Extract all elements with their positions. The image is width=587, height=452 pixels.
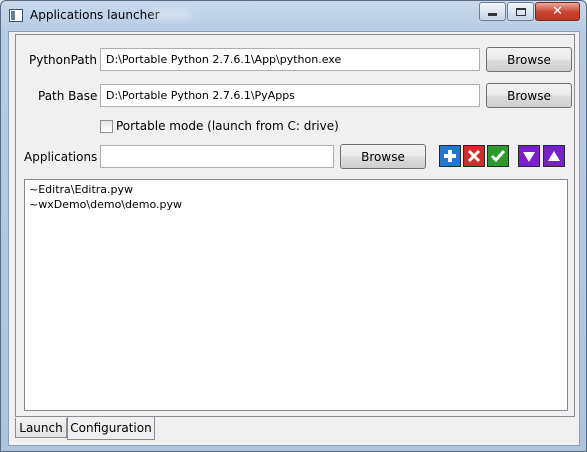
python-path-input[interactable] <box>100 48 480 71</box>
move-down-button[interactable] <box>518 145 540 167</box>
add-application-button[interactable] <box>439 145 461 167</box>
portable-mode-checkbox[interactable] <box>100 120 113 133</box>
confirm-icon <box>490 150 506 163</box>
confirm-application-button[interactable] <box>487 145 509 167</box>
list-item[interactable]: ~Editra\Editra.pyw <box>29 182 563 197</box>
applications-input[interactable] <box>100 145 334 168</box>
window-client-area: PythonPath Browse Path Base Browse Porta… <box>8 31 580 446</box>
maximize-button[interactable] <box>507 2 534 21</box>
applications-browse-button[interactable]: Browse <box>340 144 426 169</box>
close-button[interactable]: ✕ <box>535 2 580 21</box>
maximize-icon <box>515 7 526 16</box>
move-down-icon <box>523 152 535 162</box>
remove-icon <box>467 149 481 163</box>
path-base-input[interactable] <box>100 84 480 107</box>
title-blur <box>151 9 191 21</box>
minimize-icon <box>488 13 497 16</box>
portable-mode-label: Portable mode (launch from C: drive) <box>116 119 339 133</box>
remove-application-button[interactable] <box>463 145 485 167</box>
application-window: Applications launcher ✕ PythonPath Brows… <box>0 0 587 452</box>
minimize-button[interactable] <box>479 2 506 21</box>
applications-list[interactable]: ~Editra\Editra.pyw ~wxDemo\demo\demo.pyw <box>24 179 568 411</box>
move-up-icon <box>548 151 560 161</box>
move-up-button[interactable] <box>543 145 565 167</box>
path-base-label: Path Base <box>38 89 98 103</box>
tab-configuration[interactable]: Configuration <box>67 417 155 440</box>
close-icon: ✕ <box>552 4 563 19</box>
path-base-browse-button[interactable]: Browse <box>486 83 572 108</box>
python-path-browse-button[interactable]: Browse <box>486 47 572 72</box>
tab-launch[interactable]: Launch <box>15 418 67 438</box>
app-icon <box>9 9 23 22</box>
add-icon <box>444 150 456 162</box>
title-bar[interactable]: Applications launcher ✕ <box>1 1 586 31</box>
applications-label: Applications <box>24 150 98 164</box>
window-title: Applications launcher <box>30 8 160 22</box>
list-item[interactable]: ~wxDemo\demo\demo.pyw <box>29 197 563 212</box>
configuration-panel: PythonPath Browse Path Base Browse Porta… <box>15 34 575 417</box>
python-path-label: PythonPath <box>29 53 97 67</box>
